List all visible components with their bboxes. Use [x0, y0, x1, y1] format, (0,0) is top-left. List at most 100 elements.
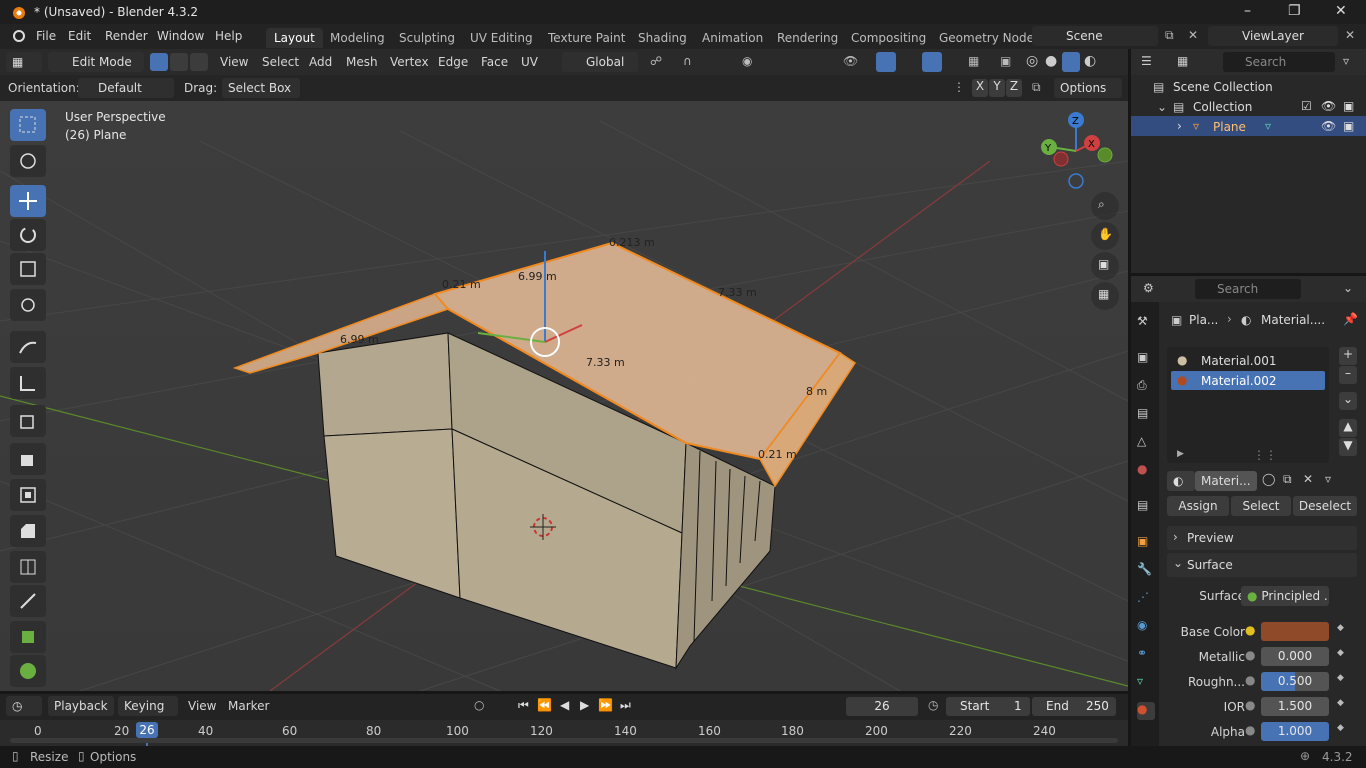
transform-orientation-selector[interactable]: Global: [562, 52, 638, 72]
roughness-socket-icon[interactable]: ●: [1245, 673, 1255, 687]
orientation-selector[interactable]: Default: [78, 78, 174, 98]
marker-menu[interactable]: Marker: [228, 699, 269, 713]
surface-shader-selector[interactable]: ● Principled ...: [1241, 586, 1329, 606]
collection-render-icon[interactable]: ▣: [1343, 99, 1354, 113]
timeline-editor-type-icon[interactable]: ◷: [6, 696, 42, 716]
particles-tab-icon[interactable]: ⋰: [1137, 590, 1155, 608]
collection-tab-icon[interactable]: ▤: [1137, 498, 1155, 516]
menu-view[interactable]: View: [220, 55, 248, 69]
editor-type-icon[interactable]: ▦: [6, 52, 42, 72]
add-cube-tool[interactable]: [10, 405, 46, 437]
menu-uv[interactable]: UV: [521, 55, 538, 69]
deselect-button[interactable]: Deselect: [1293, 496, 1357, 516]
properties-search[interactable]: Search: [1195, 279, 1301, 299]
render-tab-icon[interactable]: ▣: [1137, 350, 1155, 368]
mesh-data-icon[interactable]: ▿: [1265, 119, 1271, 133]
tab-modeling[interactable]: Modeling: [322, 28, 393, 48]
pivot-point-icon[interactable]: ☍: [650, 54, 662, 68]
browse-material-button[interactable]: ◐: [1167, 471, 1195, 491]
outliner-editor-icon[interactable]: ☰: [1141, 54, 1152, 68]
snap-icon[interactable]: ∩: [683, 54, 692, 68]
ior-socket-icon[interactable]: ●: [1245, 698, 1255, 712]
move-slot-up-button[interactable]: ▲: [1339, 419, 1357, 437]
physics-tab-icon[interactable]: ◉: [1137, 618, 1155, 636]
play-icon[interactable]: ▶: [580, 698, 589, 712]
gizmo-toggle-icon[interactable]: [876, 52, 896, 72]
jump-end-icon[interactable]: ⏭: [620, 698, 631, 713]
blender-menu-icon[interactable]: [10, 29, 26, 43]
mirror-icon[interactable]: ⋮: [953, 80, 965, 94]
perspective-toggle-icon[interactable]: ▦: [1091, 282, 1119, 310]
keyframe-icon[interactable]: ◆: [1337, 673, 1344, 683]
tab-shading[interactable]: Shading: [630, 28, 695, 48]
scene-tab-icon[interactable]: △: [1137, 434, 1155, 452]
outliner-search[interactable]: Search: [1223, 52, 1335, 72]
collection-expand-icon[interactable]: ⌄: [1157, 100, 1167, 114]
pan-hand-icon[interactable]: ✋: [1091, 222, 1119, 250]
bevel-tool[interactable]: [10, 515, 46, 547]
preview-range-icon[interactable]: ◷: [928, 698, 938, 712]
rotate-tool[interactable]: [10, 219, 46, 251]
plane-render-icon[interactable]: ▣: [1343, 119, 1354, 133]
view-layer-tab-icon[interactable]: ▤: [1137, 406, 1155, 424]
keyframe-icon[interactable]: ◆: [1337, 698, 1344, 708]
alpha-slider[interactable]: 1.000: [1261, 722, 1329, 741]
camera-view-icon[interactable]: ▣: [1091, 252, 1119, 280]
output-tab-icon[interactable]: ⎙: [1137, 378, 1155, 396]
tab-compositing[interactable]: Compositing: [843, 28, 934, 48]
scene-selector[interactable]: Scene: [1032, 26, 1158, 46]
measure-tool[interactable]: [10, 367, 46, 399]
tab-rendering[interactable]: Rendering: [769, 28, 846, 48]
menu-mesh[interactable]: Mesh: [346, 55, 378, 69]
start-frame-field[interactable]: Start 1: [946, 697, 1030, 716]
wireframe-shading-icon[interactable]: ◎: [1026, 53, 1038, 69]
pin-icon[interactable]: 📌: [1343, 312, 1358, 326]
rendered-shading-icon[interactable]: ◐: [1084, 53, 1096, 69]
inset-tool[interactable]: [10, 479, 46, 511]
cursor-tool[interactable]: [10, 145, 46, 177]
material-name-field[interactable]: Materi...: [1195, 471, 1257, 491]
base-color-socket-icon[interactable]: ●: [1245, 623, 1255, 637]
prev-keyframe-icon[interactable]: ⏪: [537, 698, 552, 712]
metallic-field[interactable]: 0.000: [1261, 647, 1329, 666]
view-layer-selector[interactable]: ViewLayer: [1208, 26, 1338, 46]
scale-tool[interactable]: [10, 253, 46, 285]
add-material-slot-button[interactable]: +: [1339, 347, 1357, 365]
material-tab-icon[interactable]: ●: [1137, 702, 1155, 720]
tab-texture-paint[interactable]: Texture Paint: [540, 28, 633, 48]
mirror-x-toggle[interactable]: X: [972, 79, 988, 97]
keyframe-icon[interactable]: ◆: [1337, 723, 1344, 733]
spin-tool[interactable]: [10, 655, 46, 687]
tab-uv-editing[interactable]: UV Editing: [462, 28, 541, 48]
display-mode-icon[interactable]: ▦: [1177, 54, 1188, 68]
maximize-icon[interactable]: ❐: [1288, 3, 1301, 19]
plane-expand-icon[interactable]: ›: [1177, 119, 1182, 133]
menu-face[interactable]: Face: [481, 55, 508, 69]
object-data-tab-icon[interactable]: ▿: [1137, 674, 1155, 692]
menu-window[interactable]: Window: [157, 29, 204, 43]
collection-label[interactable]: Collection: [1193, 100, 1252, 114]
transform-tool[interactable]: [10, 289, 46, 321]
keyframe-icon[interactable]: ◆: [1337, 623, 1344, 633]
vertex-select-mode-button[interactable]: [150, 53, 168, 71]
end-frame-field[interactable]: End 250: [1032, 697, 1116, 716]
list-expand-icon[interactable]: ▶: [1177, 449, 1184, 459]
move-tool[interactable]: [10, 185, 46, 217]
material-slot-item-selected[interactable]: ● Material.002: [1171, 371, 1325, 390]
material-slot-item[interactable]: ● Material.001: [1171, 351, 1325, 370]
remove-scene-icon[interactable]: ✕: [1188, 28, 1198, 42]
tab-sculpting[interactable]: Sculpting: [391, 28, 463, 48]
jump-start-icon[interactable]: ⏮: [518, 698, 529, 713]
world-tab-icon[interactable]: ●: [1137, 462, 1155, 480]
loop-cut-tool[interactable]: [10, 551, 46, 583]
properties-options-icon[interactable]: ⌄: [1343, 281, 1353, 295]
proportional-edit-icon[interactable]: ◉: [742, 54, 752, 68]
knife-tool[interactable]: [10, 585, 46, 617]
timeline-scrollbar[interactable]: [10, 738, 1118, 743]
zoom-icon[interactable]: ⌕: [1091, 192, 1119, 220]
object-tab-icon[interactable]: ▣: [1137, 534, 1155, 552]
playback-menu[interactable]: Playback: [48, 696, 114, 716]
3d-viewport[interactable]: Z X Y User Perspective (26) Plane 0.213 …: [0, 101, 1128, 691]
plane-visibility-icon[interactable]: 👁: [1321, 119, 1336, 133]
material-preview-shading-icon[interactable]: [1062, 52, 1080, 72]
